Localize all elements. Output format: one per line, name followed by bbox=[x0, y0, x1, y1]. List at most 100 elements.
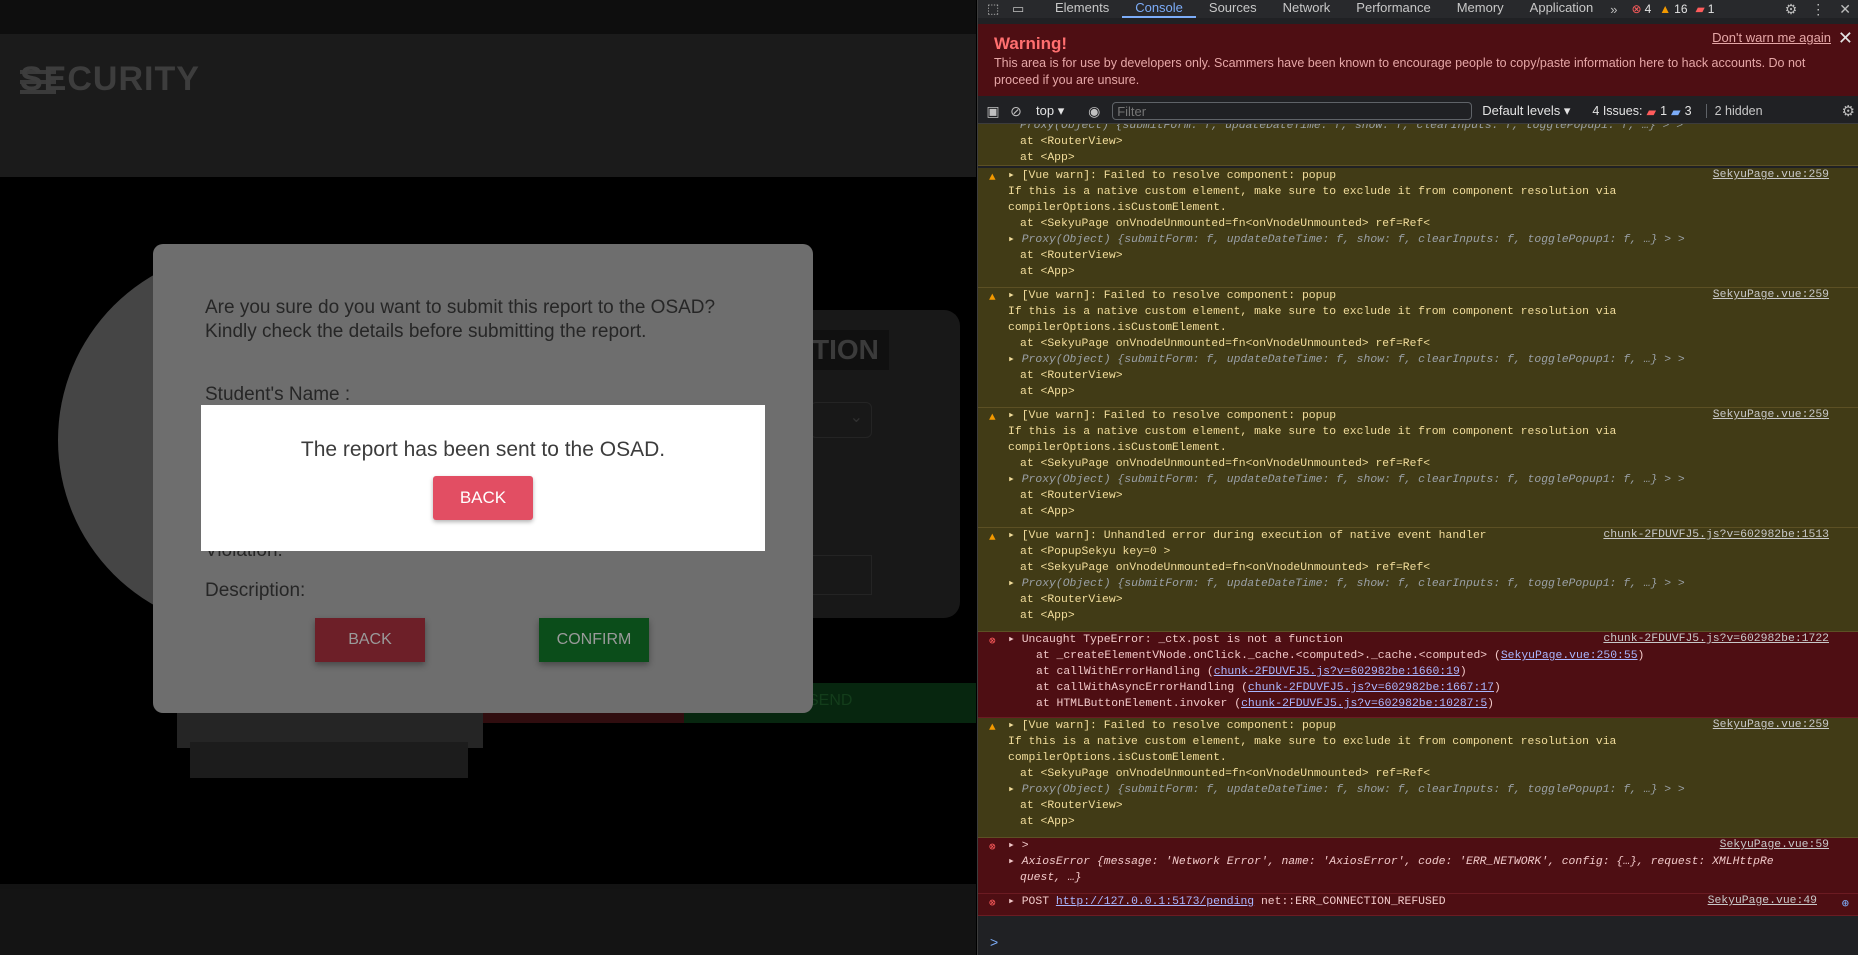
log-levels-dropdown[interactable]: Default levels ▾ bbox=[1482, 103, 1570, 119]
dont-warn-link[interactable]: Don't warn me again bbox=[1712, 30, 1831, 45]
message-line: at <App> bbox=[1020, 610, 1075, 622]
stack-link[interactable]: chunk-2FDUVFJ5.js?v=602982be:10287:5 bbox=[1241, 698, 1487, 710]
message-line: at <RouterView> bbox=[1020, 594, 1123, 606]
source-link[interactable]: SekyuPage.vue:49 bbox=[1708, 895, 1817, 907]
tab-console[interactable]: Console bbox=[1122, 0, 1196, 18]
source-link[interactable]: SekyuPage.vue:259 bbox=[1713, 409, 1829, 421]
console-filter-input[interactable] bbox=[1112, 102, 1473, 120]
message-line: at <App> bbox=[1020, 506, 1075, 518]
console-message: Proxy(Object) {submitForm: f, updateDate… bbox=[978, 124, 1858, 166]
message-line: compilerOptions.isCustomElement. bbox=[1008, 752, 1227, 764]
message-line: ▸ Proxy(Object) {submitForm: f, updateDa… bbox=[1008, 234, 1685, 246]
message-line: If this is a native custom element, make… bbox=[1008, 306, 1617, 318]
tab-performance[interactable]: Performance bbox=[1343, 0, 1443, 18]
error-icon: ⊗ bbox=[989, 898, 996, 910]
issue-count: 1 bbox=[1707, 2, 1715, 16]
tab-sources[interactable]: Sources bbox=[1196, 0, 1270, 18]
request-url-link[interactable]: http://127.0.0.1:5173/pending bbox=[1056, 896, 1254, 908]
success-popup: The report has been sent to the OSAD. BA… bbox=[201, 405, 765, 551]
console-message[interactable]: ▲ ▸ [Vue warn]: Failed to resolve compon… bbox=[978, 718, 1858, 838]
error-icon: ⊗ bbox=[1631, 2, 1642, 16]
message-line: ▸ [Vue warn]: Failed to resolve componen… bbox=[1008, 410, 1337, 422]
console-message[interactable]: ⊗ ▸ POST http://127.0.0.1:5173/pending n… bbox=[978, 894, 1858, 916]
message-line: quest, …} bbox=[1020, 872, 1082, 884]
message-line: at <App> bbox=[1020, 386, 1075, 398]
warning-icon: ▲ bbox=[1659, 2, 1672, 16]
console-message[interactable]: ▲ ▸ [Vue warn]: Failed to resolve compon… bbox=[978, 168, 1858, 288]
stack-link[interactable]: chunk-2FDUVFJ5.js?v=602982be:1667:17 bbox=[1248, 682, 1494, 694]
source-link[interactable]: SekyuPage.vue:259 bbox=[1713, 169, 1829, 181]
message-line: If this is a native custom element, make… bbox=[1008, 186, 1617, 198]
more-options-icon[interactable]: ⋮ bbox=[1811, 0, 1825, 18]
issue-info-icon: ▰ bbox=[1671, 104, 1681, 119]
warning-text: This area is for use by developers only.… bbox=[994, 56, 1806, 87]
warning-icon: ▲ bbox=[989, 532, 996, 544]
close-warning-icon[interactable]: ✕ bbox=[1838, 28, 1853, 49]
confirm-button[interactable]: CONFIRM bbox=[539, 618, 649, 662]
issue-counters[interactable]: ⊗ 4 ▲ 16 ▰ 1 bbox=[1632, 2, 1715, 16]
issues-button[interactable]: 4 Issues: ▰ 1 ▰ 3 bbox=[1592, 104, 1691, 119]
message-line: at <RouterView> bbox=[1020, 136, 1123, 148]
message-line: at callWithErrorHandling (chunk-2FDUVFJ5… bbox=[1036, 666, 1467, 678]
tab-memory[interactable]: Memory bbox=[1444, 0, 1517, 18]
source-link[interactable]: chunk-2FDUVFJ5.js?v=602982be:1513 bbox=[1603, 529, 1829, 541]
tab-elements[interactable]: Elements bbox=[1042, 0, 1122, 18]
student-name-label: Student's Name : bbox=[205, 384, 351, 405]
message-line: at <RouterView> bbox=[1020, 800, 1123, 812]
tab-network[interactable]: Network bbox=[1270, 0, 1344, 18]
tab-application[interactable]: Application bbox=[1517, 0, 1607, 18]
description-label: Description: bbox=[205, 580, 306, 601]
live-expression-eye-icon[interactable]: ◉ bbox=[1086, 103, 1102, 119]
message-line: ▸ Proxy(Object) {submitForm: f, updateDa… bbox=[1008, 578, 1685, 590]
console-message[interactable]: ▲ ▸ [Vue warn]: Failed to resolve compon… bbox=[978, 288, 1858, 408]
console-message[interactable]: ▲ ▸ [Vue warn]: Failed to resolve compon… bbox=[978, 408, 1858, 528]
success-back-button[interactable]: BACK bbox=[433, 476, 533, 520]
devtools-tabbar: ⬚ ▭ Elements Console Sources Network Per… bbox=[978, 0, 1858, 18]
console-settings-icon[interactable]: ⚙ bbox=[1842, 102, 1855, 120]
console-message[interactable]: ▲ ▸ [Vue warn]: Unhandled error during e… bbox=[978, 528, 1858, 632]
message-line: at <PopupSekyu key=0 > bbox=[1020, 546, 1171, 558]
settings-gear-icon[interactable]: ⚙ bbox=[1785, 0, 1798, 18]
confirm-back-button[interactable]: BACK bbox=[315, 618, 425, 662]
message-line: at <SekyuPage onVnodeUnmounted=fn<onVnod… bbox=[1020, 458, 1431, 470]
clear-console-icon[interactable]: ⊘ bbox=[1008, 103, 1024, 119]
message-line: at <SekyuPage onVnodeUnmounted=fn<onVnod… bbox=[1020, 562, 1431, 574]
source-link[interactable]: SekyuPage.vue:59 bbox=[1720, 839, 1829, 851]
context-selector[interactable]: top ▾ bbox=[1036, 103, 1064, 119]
message-line: compilerOptions.isCustomElement. bbox=[1008, 322, 1227, 334]
message-line: at HTMLButtonElement.invoker (chunk-2FDU… bbox=[1036, 698, 1494, 710]
message-line: at callWithAsyncErrorHandling (chunk-2FD… bbox=[1036, 682, 1501, 694]
message-line: at <RouterView> bbox=[1020, 370, 1123, 382]
message-line: ▸ [Vue warn]: Failed to resolve componen… bbox=[1008, 170, 1337, 182]
device-toolbar-icon[interactable]: ▭ bbox=[1012, 2, 1028, 16]
sidebar-toggle-icon[interactable]: ▣ bbox=[985, 103, 1001, 119]
confirm-question: Are you sure do you want to submit this … bbox=[205, 297, 716, 342]
message-line: ▸ AxiosError {message: 'Network Error', … bbox=[1008, 856, 1774, 868]
console-prompt[interactable]: > bbox=[978, 934, 1858, 954]
error-icon: ⊗ bbox=[989, 636, 996, 648]
inspect-element-icon[interactable]: ⬚ bbox=[987, 2, 1003, 16]
message-line: at <App> bbox=[1020, 816, 1075, 828]
close-devtools-icon[interactable]: ✕ bbox=[1839, 0, 1851, 18]
stack-link[interactable]: chunk-2FDUVFJ5.js?v=602982be:1660:19 bbox=[1214, 666, 1460, 678]
console-message[interactable]: ⊗ ▸ Uncaught TypeError: _ctx.post is not… bbox=[978, 632, 1858, 718]
message-line: ▸ Proxy(Object) {submitForm: f, updateDa… bbox=[1008, 354, 1685, 366]
success-message: The report has been sent to the OSAD. bbox=[300, 438, 666, 461]
source-link[interactable]: SekyuPage.vue:259 bbox=[1713, 289, 1829, 301]
error-count: 4 bbox=[1644, 2, 1652, 16]
message-line: at <SekyuPage onVnodeUnmounted=fn<onVnod… bbox=[1020, 218, 1431, 230]
message-line: at <App> bbox=[1020, 152, 1075, 164]
message-line: at <SekyuPage onVnodeUnmounted=fn<onVnod… bbox=[1020, 768, 1431, 780]
source-link[interactable]: SekyuPage.vue:259 bbox=[1713, 719, 1829, 731]
issue-icon: ▰ bbox=[1695, 2, 1705, 16]
network-request-icon[interactable]: ⊕ bbox=[1842, 896, 1849, 911]
console-toolbar: ▣ ⊘ top ▾ ◉ Default levels ▾ 4 Issues: ▰… bbox=[978, 99, 1858, 124]
message-line: compilerOptions.isCustomElement. bbox=[1008, 442, 1227, 454]
message-line: ▸ [Vue warn]: Failed to resolve componen… bbox=[1008, 290, 1337, 302]
console-messages: Proxy(Object) {submitForm: f, updateDate… bbox=[978, 124, 1858, 940]
message-line: ▸ Proxy(Object) {submitForm: f, updateDa… bbox=[1008, 474, 1685, 486]
stack-link[interactable]: SekyuPage.vue:250:55 bbox=[1501, 650, 1638, 662]
source-link[interactable]: chunk-2FDUVFJ5.js?v=602982be:1722 bbox=[1603, 633, 1829, 645]
more-tabs-icon[interactable]: » bbox=[1606, 2, 1621, 17]
console-message[interactable]: ⊗ ▸ > ▸ AxiosError {message: 'Network Er… bbox=[978, 838, 1858, 894]
